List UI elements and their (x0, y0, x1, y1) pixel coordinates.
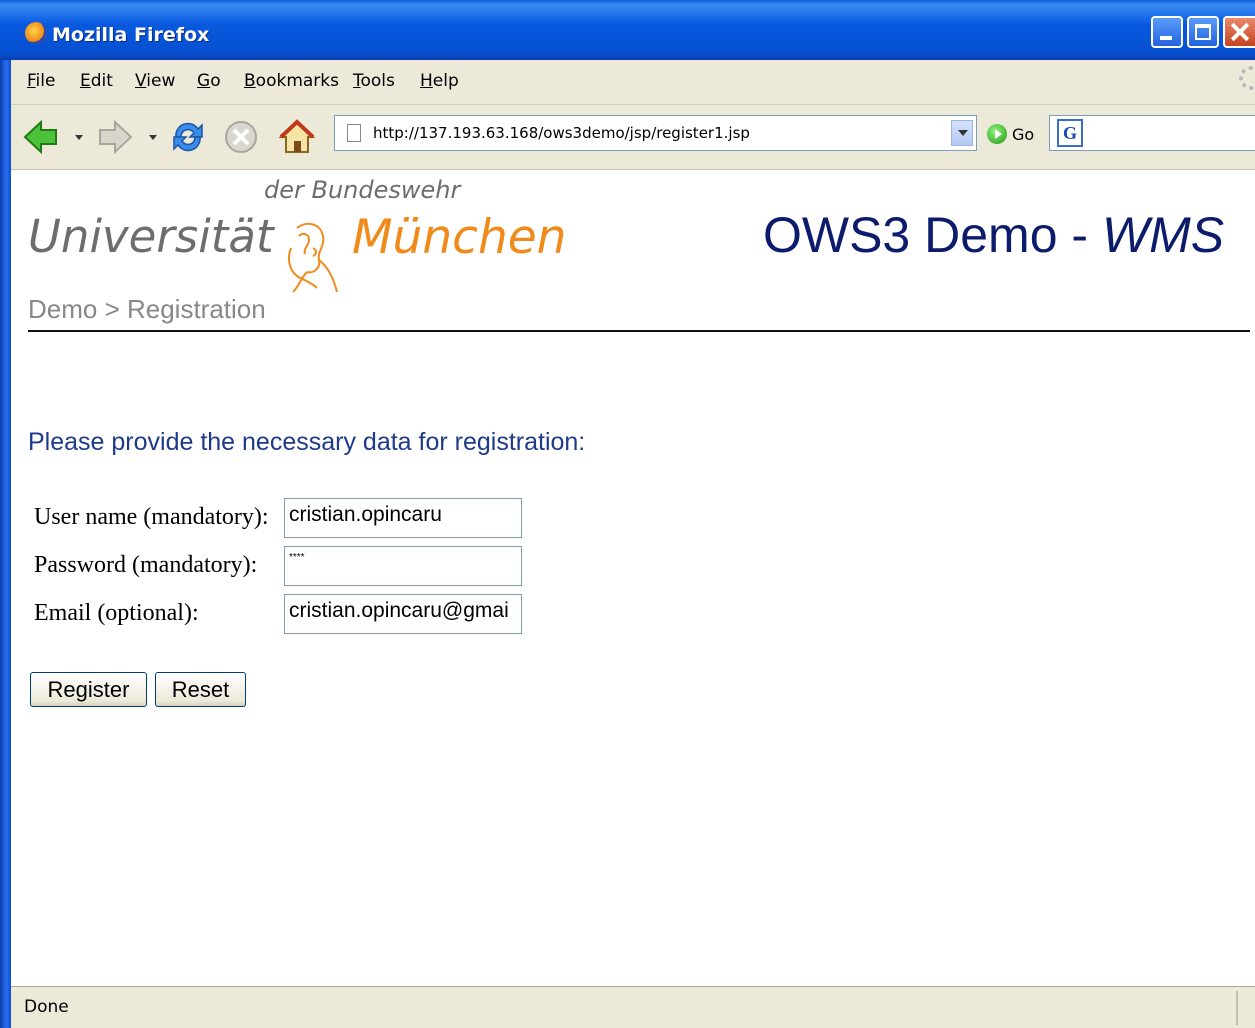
reload-icon[interactable] (168, 117, 208, 157)
forward-icon[interactable] (95, 117, 135, 157)
menu-tools[interactable]: Tools (353, 71, 395, 91)
register-button[interactable]: Register (30, 672, 147, 707)
navigation-toolbar: http://137.193.63.168/ows3demo/jsp/regis… (11, 105, 1255, 170)
menu-help[interactable]: Help (420, 71, 459, 91)
menu-help-label: elp (432, 71, 459, 91)
page-icon (347, 124, 361, 142)
firefox-icon (25, 22, 47, 44)
menu-go-label: o (210, 71, 221, 91)
menu-view-label: iew (146, 71, 176, 91)
header-divider (28, 330, 1250, 332)
status-bar: Done (11, 986, 1255, 1028)
menu-edit[interactable]: Edit (80, 71, 113, 91)
menu-view[interactable]: View (135, 71, 175, 91)
search-bar[interactable]: G (1049, 115, 1255, 151)
breadcrumb: Demo > Registration (28, 294, 266, 324)
home-icon[interactable] (277, 117, 317, 157)
menu-bookmarks-mnemonic: B (244, 71, 256, 91)
go-button[interactable]: Go (1012, 125, 1034, 144)
email-field[interactable]: cristian.opincaru@gmai (284, 594, 522, 634)
university-emblem-icon (288, 222, 338, 293)
password-label: Password (mandatory): (34, 552, 258, 578)
menu-tools-label: ools (360, 71, 395, 91)
menu-help-mnemonic: H (420, 71, 433, 91)
password-mask: **** (289, 552, 305, 563)
intro-text: Please provide the necessary data for re… (28, 428, 586, 456)
minimize-button[interactable] (1151, 16, 1183, 48)
go-icon[interactable] (987, 124, 1007, 144)
forward-history-dropdown-icon[interactable] (149, 135, 157, 140)
menu-file-mnemonic: F (27, 71, 36, 91)
logo-subtitle: der Bundeswehr (264, 176, 461, 204)
menu-edit-mnemonic: E (80, 71, 91, 91)
title-bar[interactable]: Mozilla Firefox (0, 0, 1255, 60)
menu-file[interactable]: File (27, 71, 55, 91)
page-title: OWS3 Demo - WMS (763, 206, 1224, 264)
back-history-dropdown-icon[interactable] (75, 135, 83, 140)
stop-icon[interactable] (221, 117, 261, 157)
menu-tools-mnemonic: T (353, 71, 361, 91)
menu-bar: File Edit View Go Bookmarks Tools Help (11, 60, 1255, 105)
url-text[interactable]: http://137.193.63.168/ows3demo/jsp/regis… (373, 124, 750, 142)
email-label: Email (optional): (34, 600, 199, 626)
menu-file-label: ile (35, 71, 56, 91)
logo-city: München (352, 210, 567, 265)
close-button[interactable] (1223, 16, 1255, 48)
menu-go[interactable]: Go (197, 71, 221, 91)
username-field[interactable]: cristian.opincaru (284, 498, 522, 538)
url-bar[interactable]: http://137.193.63.168/ows3demo/jsp/regis… (334, 115, 977, 151)
menu-bookmarks-label: ookmarks (255, 71, 339, 91)
browser-window: Mozilla Firefox File Edit View Go Bookma… (0, 0, 1255, 1028)
page-title-prefix: OWS3 Demo - (763, 207, 1102, 263)
menu-view-mnemonic: V (135, 71, 147, 91)
window-title: Mozilla Firefox (52, 24, 210, 46)
status-divider (1236, 991, 1238, 1025)
page-title-emphasis: WMS (1101, 207, 1225, 263)
back-icon[interactable] (21, 117, 61, 157)
maximize-button[interactable] (1187, 16, 1219, 48)
status-text: Done (24, 997, 69, 1017)
menu-edit-label: dit (90, 71, 113, 91)
window-frame (0, 60, 11, 1028)
password-field[interactable]: **** (284, 546, 522, 586)
google-search-engine-icon[interactable]: G (1057, 119, 1083, 147)
menu-bookmarks[interactable]: Bookmarks (244, 71, 339, 91)
menu-go-mnemonic: G (197, 71, 211, 91)
page-content: der Bundeswehr Universität München OWS3 … (11, 170, 1255, 986)
url-history-dropdown-icon[interactable] (951, 120, 973, 146)
reset-button[interactable]: Reset (155, 672, 246, 707)
throbber-icon (1239, 66, 1255, 90)
logo-university: Universität (28, 210, 274, 263)
username-label: User name (mandatory): (34, 504, 269, 530)
